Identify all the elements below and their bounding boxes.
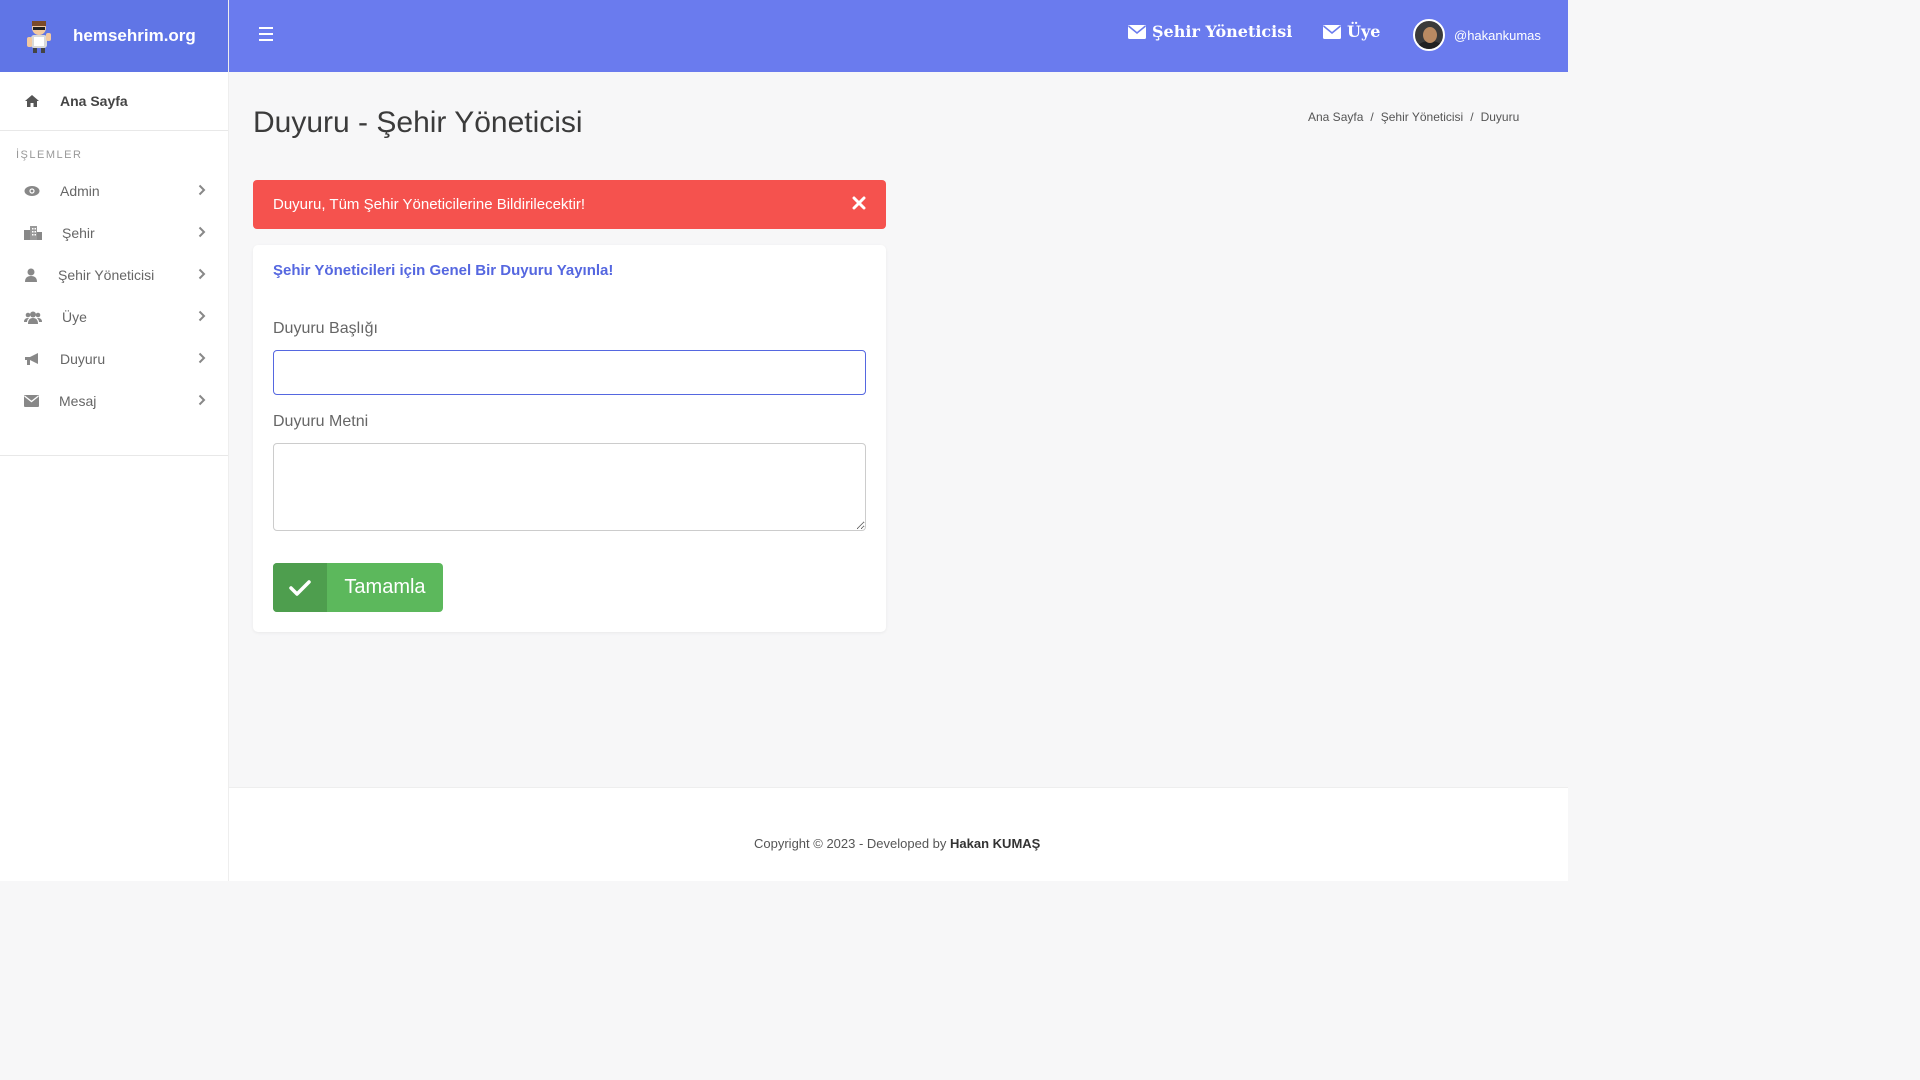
sidebar-item-label: Admin bbox=[60, 183, 100, 199]
footer-copyright: Copyright © 2023 - Developed by Hakan KU… bbox=[754, 836, 1040, 851]
sidebar-item-admin[interactable]: Admin bbox=[0, 170, 228, 212]
close-icon[interactable] bbox=[852, 196, 866, 210]
envelope-icon bbox=[1128, 24, 1146, 39]
submit-button[interactable]: Tamamla bbox=[273, 563, 443, 612]
menu-toggle-icon[interactable] bbox=[259, 27, 273, 45]
footer-author[interactable]: Hakan KUMAŞ bbox=[950, 836, 1040, 851]
breadcrumb: Ana Sayfa / Şehir Yöneticisi / Duyuru bbox=[1308, 110, 1519, 124]
card-title: Şehir Yöneticileri için Genel Bir Duyuru… bbox=[273, 262, 614, 279]
alert-text: Duyuru, Tüm Şehir Yöneticilerine Bildiri… bbox=[273, 196, 586, 213]
topbar-link-label: Üye bbox=[1347, 22, 1381, 41]
chevron-right-icon bbox=[198, 310, 206, 322]
sidebar-item-label: Üye bbox=[62, 309, 87, 325]
breadcrumb-separator: / bbox=[1370, 110, 1374, 124]
envelope-icon bbox=[24, 395, 39, 407]
mascot-logo-icon bbox=[22, 18, 56, 54]
avatar bbox=[1413, 19, 1445, 51]
announcement-title-input[interactable] bbox=[273, 350, 866, 395]
sidebar-section-title: İŞLEMLER bbox=[16, 149, 83, 161]
submit-button-label: Tamamla bbox=[344, 576, 426, 598]
topbar-link-label: Şehir Yöneticisi bbox=[1152, 22, 1293, 41]
title-label: Duyuru Başlığı bbox=[273, 320, 378, 337]
footer-prefix: Copyright © 2023 - Developed by bbox=[754, 836, 951, 851]
chevron-right-icon bbox=[198, 394, 206, 406]
announcement-body-textarea[interactable] bbox=[273, 443, 866, 531]
username: @hakankumas bbox=[1454, 27, 1541, 43]
chevron-right-icon bbox=[198, 352, 206, 364]
topbar: Şehir Yöneticisi Üye @hakankumas bbox=[229, 0, 1568, 72]
eye-icon bbox=[24, 186, 40, 196]
chevron-right-icon bbox=[198, 268, 206, 280]
breadcrumb-item-sehir-yoneticisi[interactable]: Şehir Yöneticisi bbox=[1381, 110, 1464, 124]
user-menu[interactable]: @hakankumas bbox=[1413, 19, 1541, 51]
envelope-icon bbox=[1323, 24, 1341, 39]
chevron-right-icon bbox=[198, 184, 206, 196]
city-icon bbox=[24, 226, 42, 240]
sidebar-item-home[interactable]: Ana Sayfa bbox=[0, 72, 228, 131]
sidebar-item-uye[interactable]: Üye bbox=[0, 296, 228, 338]
sidebar: hemsehrim.org Ana Sayfa İŞLEMLER Admin Ş… bbox=[0, 0, 229, 881]
sidebar-item-sehir[interactable]: Şehir bbox=[0, 212, 228, 254]
announcement-form-card: Şehir Yöneticileri için Genel Bir Duyuru… bbox=[253, 245, 886, 632]
home-icon bbox=[25, 95, 39, 107]
breadcrumb-item-home[interactable]: Ana Sayfa bbox=[1308, 110, 1363, 124]
users-icon bbox=[24, 311, 42, 324]
sidebar-item-mesaj[interactable]: Mesaj bbox=[0, 380, 228, 422]
footer: Copyright © 2023 - Developed by Hakan KU… bbox=[229, 787, 1568, 881]
user-icon bbox=[25, 268, 37, 282]
body-label: Duyuru Metni bbox=[273, 413, 369, 430]
check-icon bbox=[273, 563, 327, 612]
sidebar-divider bbox=[0, 455, 228, 456]
brand-name: hemsehrim.org bbox=[73, 26, 196, 45]
sidebar-item-label: Ana Sayfa bbox=[60, 93, 128, 109]
topbar-link-uye[interactable]: Üye bbox=[1323, 22, 1380, 41]
brand-header[interactable]: hemsehrim.org bbox=[0, 0, 228, 72]
breadcrumb-separator: / bbox=[1470, 110, 1474, 124]
breadcrumb-item-current: Duyuru bbox=[1480, 110, 1520, 124]
bullhorn-icon bbox=[25, 353, 38, 365]
sidebar-item-label: Mesaj bbox=[59, 393, 97, 409]
sidebar-item-duyuru[interactable]: Duyuru bbox=[0, 338, 228, 380]
sidebar-item-sehir-yoneticisi[interactable]: Şehir Yöneticisi bbox=[0, 254, 228, 296]
page-title: Duyuru - Şehir Yöneticisi bbox=[253, 106, 583, 139]
chevron-right-icon bbox=[198, 226, 206, 238]
sidebar-item-label: Şehir Yöneticisi bbox=[58, 267, 155, 283]
sidebar-item-label: Duyuru bbox=[60, 351, 106, 367]
alert-banner: Duyuru, Tüm Şehir Yöneticilerine Bildiri… bbox=[253, 180, 886, 229]
sidebar-item-label: Şehir bbox=[62, 225, 95, 241]
topbar-link-sehir-yoneticisi[interactable]: Şehir Yöneticisi bbox=[1128, 22, 1292, 41]
